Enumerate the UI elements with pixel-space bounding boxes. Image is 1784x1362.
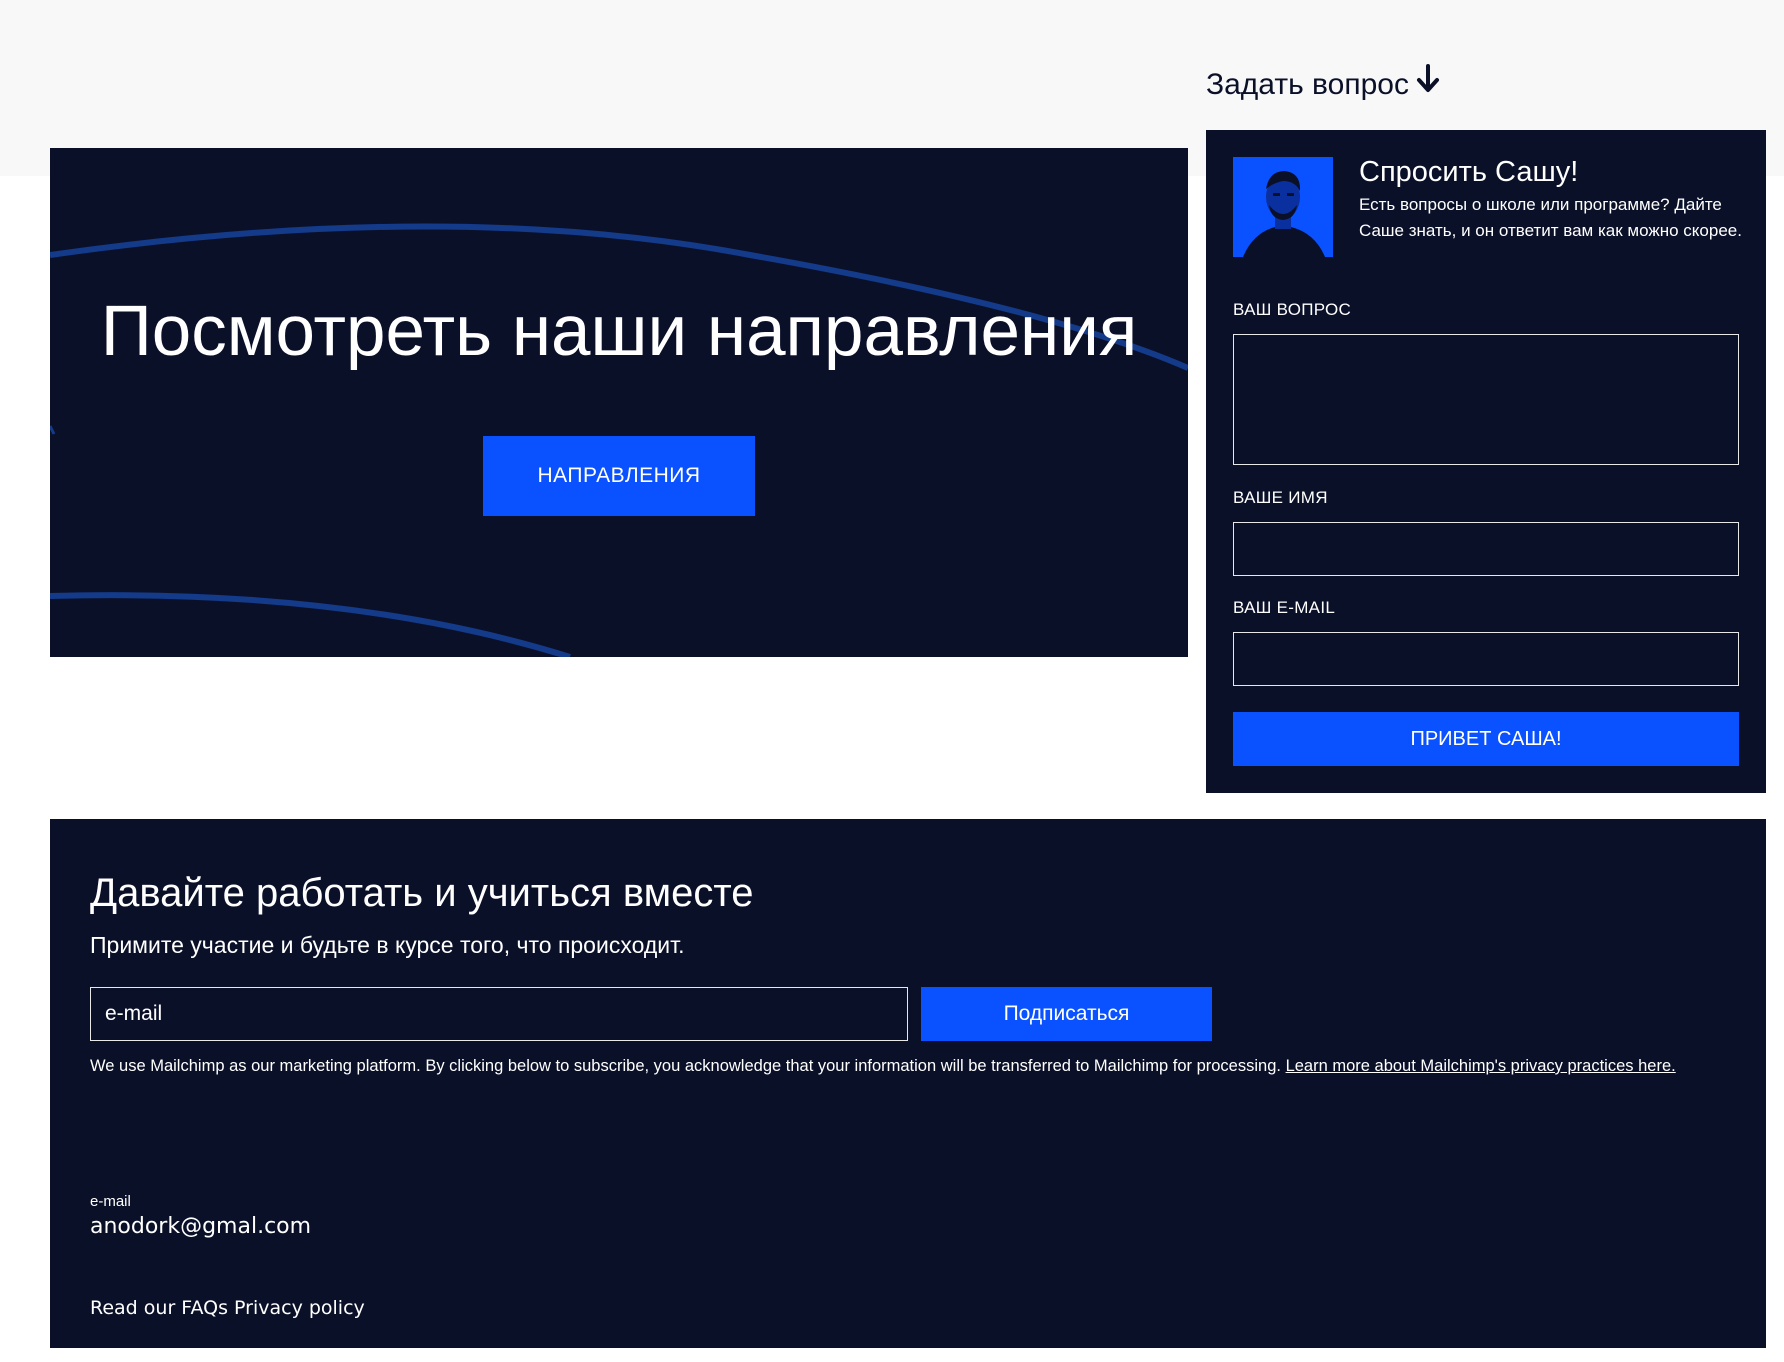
subscribe-button[interactable]: Подписаться [921, 987, 1212, 1041]
ask-heading-text: Задать вопрос [1206, 67, 1409, 101]
mailchimp-notice: We use Mailchimp as our marketing platfo… [90, 1054, 1730, 1078]
question-label: ВАШ ВОПРОС [1233, 300, 1352, 319]
ask-description: Есть вопросы о школе или программе? Дайт… [1359, 195, 1742, 240]
name-field[interactable] [1233, 522, 1739, 576]
newsletter-email-input[interactable] [90, 987, 908, 1041]
privacy-policy-link[interactable]: Privacy policy [234, 1297, 365, 1319]
hello-sasha-button[interactable]: ПРИВЕТ САША! [1233, 712, 1739, 766]
email-field[interactable] [1233, 632, 1739, 686]
mailchimp-privacy-link[interactable]: Learn more about Mailchimp's privacy pra… [1286, 1057, 1676, 1075]
footer-links: Read our FAQs Privacy policy [90, 1297, 365, 1319]
hero-title: Посмотреть наши направления [100, 292, 1138, 371]
avatar [1233, 157, 1333, 257]
arrow-down-icon [1415, 64, 1441, 105]
email-label: ВАШ E-MAIL [1233, 598, 1336, 617]
hero-banner: Посмотреть наши направления НАПРАВЛЕНИЯ [50, 148, 1188, 657]
ask-sasha-form: Спросить Сашу! Есть вопросы о школе или … [1206, 130, 1766, 793]
hero-decorative-arcs [50, 223, 1188, 657]
legal-text: We use Mailchimp as our marketing platfo… [90, 1057, 1286, 1075]
ask-question-heading: Задать вопрос [1206, 64, 1441, 105]
footer-subtitle: Примите участие и будьте в курсе того, ч… [90, 932, 685, 958]
faq-link[interactable]: Read our FAQs [90, 1297, 228, 1319]
ask-title: Спросить Сашу! [1359, 156, 1579, 188]
newsletter-footer: Давайте работать и учиться вместе Примит… [50, 819, 1766, 1348]
contact-email-value[interactable]: anodork@gmal.com [90, 1214, 311, 1239]
footer-title: Давайте работать и учиться вместе [90, 871, 754, 915]
contact-email-label: e-mail [90, 1193, 131, 1210]
question-field[interactable] [1233, 334, 1739, 465]
name-label: ВАШЕ ИМЯ [1233, 488, 1328, 507]
directions-button[interactable]: НАПРАВЛЕНИЯ [483, 436, 755, 516]
